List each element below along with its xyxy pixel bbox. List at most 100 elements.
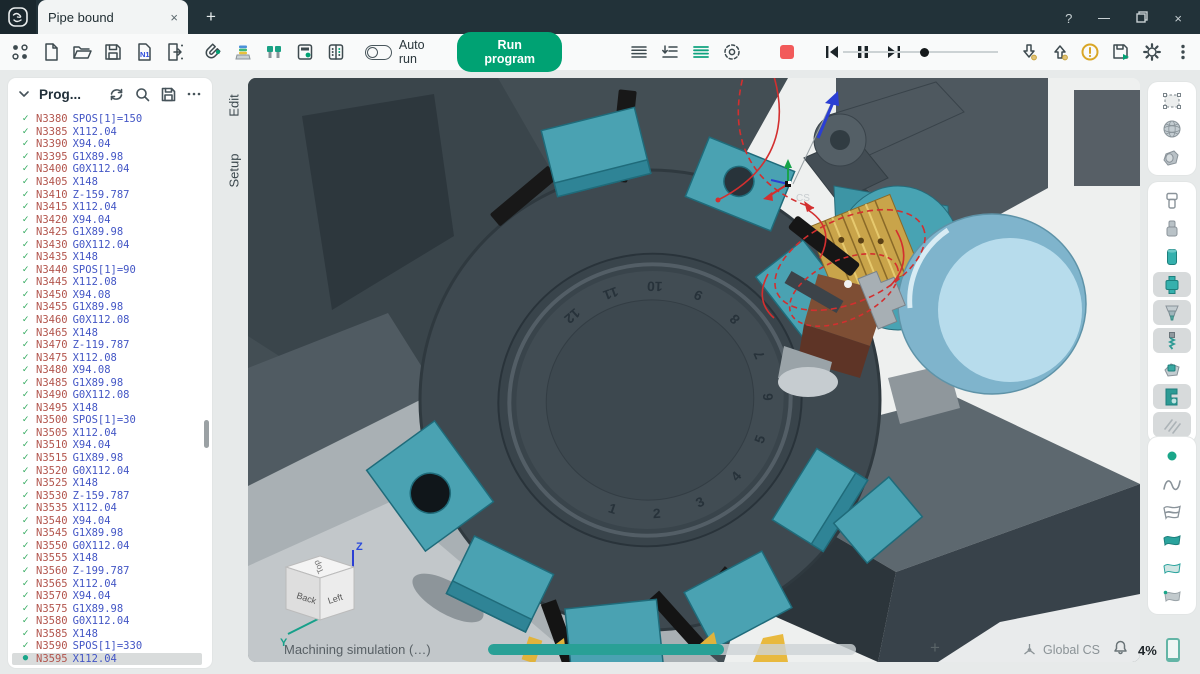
step-back-button[interactable] [817,36,846,68]
stop-button[interactable] [772,36,801,68]
gcode-line[interactable]: ✓N3490G0X112.08 [12,389,202,402]
simulation-progress-bar[interactable] [488,644,856,655]
search-icon[interactable] [134,86,151,103]
warning-icon[interactable] [1076,36,1105,68]
gcode-line[interactable]: ✓N3390X94.04 [12,138,202,151]
gcode-line[interactable]: ✓N3405X148 [12,176,202,189]
app-logo[interactable] [0,0,36,34]
close-button[interactable]: × [1174,11,1182,26]
auto-run-toggle[interactable]: Auto run [365,38,441,66]
gcode-line[interactable]: ✓N3545G1X89.98 [12,527,202,540]
gcode-line[interactable]: ✓N3535X112.04 [12,502,202,515]
collapse-chevron-icon[interactable] [18,88,30,100]
open-file-button[interactable] [68,36,97,68]
gcode-line[interactable]: ✓N3395G1X89.98 [12,151,202,164]
gcode-line[interactable]: ✓N3385X112.04 [12,126,202,139]
gcode-line[interactable]: ✓N3435X148 [12,251,202,264]
gcode-line[interactable]: ✓N3460G0X112.08 [12,314,202,327]
gcode-line[interactable]: ✓N3475X112.08 [12,351,202,364]
settings-gear-icon[interactable] [1138,36,1167,68]
tab-edit[interactable]: Edit [227,86,242,126]
zoom-plus-button[interactable]: + [930,638,940,658]
stock-grey-icon[interactable] [1153,216,1191,241]
tool-holder-icon[interactable] [1153,356,1191,381]
gcode-line[interactable]: ✓N3585X148 [12,627,202,640]
gcode-line[interactable]: ✓N3415X112.04 [12,201,202,214]
gcode-line[interactable]: ●N3600X94.04 [12,665,202,666]
part-selected-icon[interactable] [1153,272,1191,297]
gcode-line[interactable]: ✓N3400G0X112.04 [12,163,202,176]
new-file-button[interactable] [37,36,66,68]
slider-knob[interactable] [920,48,929,57]
export-file-button[interactable] [161,36,190,68]
gcode-line[interactable]: ✓N3560Z-199.787 [12,565,202,578]
minimize-button[interactable] [1098,18,1110,19]
fixture-boundary-icon[interactable] [1153,88,1191,113]
tab-close-icon[interactable]: × [170,10,178,25]
mesh-sphere-icon[interactable] [1153,116,1191,141]
magnet-capture-icon[interactable] [198,36,227,68]
gcode-line[interactable]: ✓N3590SPOS[1]=330 [12,640,202,653]
flags-outline-icon[interactable] [1153,499,1191,524]
help-button[interactable]: ? [1065,11,1072,26]
flag-light-icon[interactable] [1153,555,1191,580]
goto-line-icon[interactable] [655,36,684,68]
gcode-line[interactable]: ✓N3420X94.04 [12,213,202,226]
gcode-line[interactable]: ✓N3580G0X112.04 [12,615,202,628]
gcode-line[interactable]: ✓N3440SPOS[1]=90 [12,264,202,277]
simulation-viewport[interactable]: 123456789101112 [248,78,1140,662]
notifications-bell-icon[interactable] [1112,639,1129,661]
gcode-line[interactable]: ✓N3550G0X112.04 [12,540,202,553]
align-lines-icon[interactable] [624,36,653,68]
cone-tool-selected-icon[interactable] [1153,300,1191,325]
gcode-line[interactable]: ✓N3465X148 [12,326,202,339]
gcode-line[interactable]: ✓N3380SPOS[1]=150 [12,113,202,126]
download-badge-icon[interactable] [1014,36,1043,68]
curve-path-icon[interactable] [1153,471,1191,496]
machine-selected-icon[interactable] [1153,384,1191,409]
gcode-line[interactable]: ✓N3500SPOS[1]=30 [12,414,202,427]
gcode-line[interactable]: ✓N3425G1X89.98 [12,226,202,239]
postprocessor-icon[interactable] [229,36,258,68]
flag-teal-icon[interactable] [1153,527,1191,552]
gcode-line[interactable]: ✓N3480X94.08 [12,364,202,377]
gcode-line[interactable]: ✓N3575G1X89.98 [12,602,202,615]
gcode-line[interactable]: ✓N3445X112.08 [12,276,202,289]
highlight-lines-icon[interactable] [686,36,715,68]
gcode-line[interactable]: ✓N3485G1X89.98 [12,376,202,389]
calculator-icon[interactable] [291,36,320,68]
stock-outline-icon[interactable] [1153,188,1191,213]
hatch-disabled-icon[interactable] [1153,412,1191,437]
global-cs-selector[interactable]: Global CS [1022,642,1100,657]
gcode-line[interactable]: ✓N3555X148 [12,552,202,565]
gcode-line[interactable]: ✓N3455G1X89.98 [12,301,202,314]
speed-slider[interactable] [920,36,998,68]
auto-run-switch[interactable] [365,45,392,60]
registers-icon[interactable] [322,36,351,68]
refresh-icon[interactable] [108,86,125,103]
gcode-line[interactable]: ✓N3540X94.04 [12,515,202,528]
run-program-button[interactable]: Run program [457,32,562,72]
panel-more-icon[interactable] [186,86,202,102]
gcode-line[interactable]: ✓N3565X112.04 [12,577,202,590]
gcode-line[interactable]: ✓N3470Z-119.787 [12,339,202,352]
more-menu-icon[interactable] [1169,36,1198,68]
nc-file-button[interactable]: N1 [130,36,159,68]
pipe-elbow-icon[interactable] [1153,144,1191,169]
drill-tool-selected-icon[interactable] [1153,328,1191,353]
gcode-line[interactable]: ✓N3430G0X112.04 [12,238,202,251]
save-button[interactable] [99,36,128,68]
save-and-run-icon[interactable] [1107,36,1136,68]
tab-setup[interactable]: Setup [227,151,242,191]
maximize-button[interactable] [1136,11,1148,26]
tab-pipe-bound[interactable]: Pipe bound × [38,0,188,34]
gcode-line[interactable]: ✓N3450X94.08 [12,289,202,302]
upload-badge-icon[interactable] [1045,36,1074,68]
program-scrollbar[interactable] [204,420,209,448]
gcode-line[interactable]: ✓N3410Z-159.787 [12,188,202,201]
tools-library-icon[interactable] [260,36,289,68]
new-tab-button[interactable]: + [206,7,216,27]
gcode-line[interactable]: ✓N3520G0X112.04 [12,464,202,477]
gcode-line[interactable]: ●N3595X112.04 [12,653,202,666]
stock-teal-icon[interactable] [1153,244,1191,269]
